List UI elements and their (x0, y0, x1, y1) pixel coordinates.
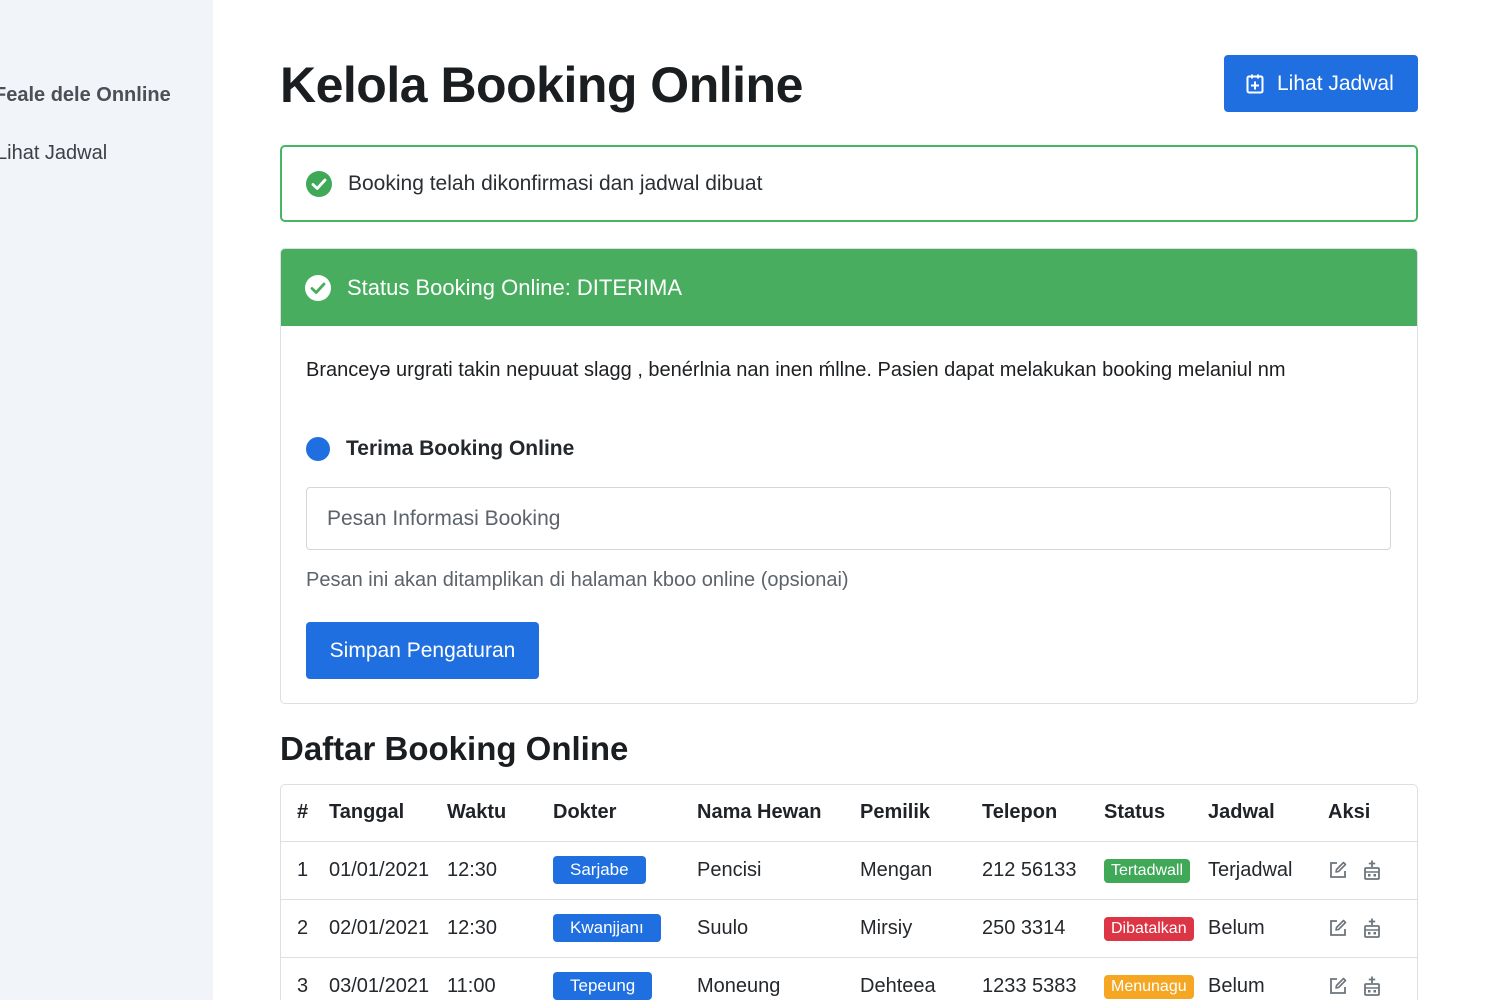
row-pet: Moneung (697, 957, 860, 1000)
col-header-status: Status (1104, 785, 1208, 842)
radio-selected-icon[interactable] (306, 437, 330, 461)
status-card: Status Booking Online: DITERIMA Branceyə… (280, 248, 1418, 704)
status-badge: Dibatalkan (1104, 916, 1194, 941)
accept-booking-toggle[interactable]: Terima Booking Online (306, 437, 574, 461)
booking-message-input[interactable] (306, 487, 1391, 550)
row-time: 11:00 (447, 957, 553, 1000)
lihat-jadwal-button[interactable]: Lihat Jadwal (1224, 55, 1418, 112)
row-actions (1328, 957, 1417, 1000)
calendar-add-icon[interactable] (1362, 860, 1382, 880)
col-header-actions: Aksi (1328, 785, 1417, 842)
doctor-badge: Tepeung (553, 972, 653, 1000)
row-phone: 250 3314 (982, 899, 1104, 958)
doctor-badge: Sarjabe (553, 856, 646, 884)
row-status-cell: Dibatalkan (1104, 899, 1208, 958)
row-actions (1328, 899, 1417, 958)
accept-booking-label: Terima Booking Online (346, 437, 575, 460)
row-owner: Mengan (860, 841, 982, 900)
row-pet: Suulo (697, 899, 860, 958)
status-badge: Menunagu (1104, 974, 1194, 999)
row-doctor-cell: Kwanjjanı (553, 899, 697, 958)
page-title: Kelola Booking Online (280, 57, 803, 113)
sidebar-item-booking-online[interactable]: Feale dele Onnline (0, 84, 171, 107)
col-header-time: Waktu (447, 785, 553, 842)
row-status-cell: Tertadwall (1104, 841, 1208, 900)
row-schedule: Terjadwal (1208, 841, 1328, 900)
calendar-add-icon[interactable] (1362, 976, 1382, 996)
booking-message-help: Pesan ini akan ditamplikan di halaman kb… (306, 569, 849, 591)
row-doctor-cell: Tepeung (553, 957, 697, 1000)
save-settings-button[interactable]: Simpan Pengaturan (306, 622, 539, 679)
calendar-plus-icon (1246, 74, 1264, 93)
edit-icon[interactable] (1328, 860, 1348, 880)
col-header-pet: Nama Hewan (697, 785, 860, 842)
row-pet: Pencisi (697, 841, 860, 900)
edit-icon[interactable] (1328, 976, 1348, 996)
alert-text: Booking telah dikonfirmasi dan jadwal di… (348, 171, 763, 195)
col-header-owner: Pemilik (860, 785, 982, 842)
calendar-add-icon[interactable] (1362, 918, 1382, 938)
row-date: 03/01/2021 (329, 957, 447, 1000)
row-number: 3 (281, 957, 329, 1000)
row-phone: 212 56133 (982, 841, 1104, 900)
success-alert: Booking telah dikonfirmasi dan jadwal di… (280, 145, 1418, 222)
row-schedule: Belum (1208, 899, 1328, 958)
edit-icon[interactable] (1328, 918, 1348, 938)
status-header-text: Status Booking Online: DITERIMA (347, 274, 683, 300)
row-owner: Mirsiy (860, 899, 982, 958)
col-header-date: Tanggal (329, 785, 447, 842)
sidebar: Feale dele Onnline Lihat Jadwal (0, 0, 213, 1000)
row-time: 12:30 (447, 899, 553, 958)
bookings-title: Daftar Booking Online (280, 730, 629, 767)
table-header-row: # Tanggal Waktu Dokter Nama Hewan Pemili… (281, 785, 1417, 842)
row-owner: Dehteea (860, 957, 982, 1000)
col-header-schedule: Jadwal (1208, 785, 1328, 842)
row-actions (1328, 841, 1417, 900)
row-date: 02/01/2021 (329, 899, 447, 958)
col-header-doctor: Dokter (553, 785, 697, 842)
table-row: 2 02/01/2021 12:30 Kwanjjanı Suulo Mirsiy 250 … (281, 899, 1417, 958)
row-phone: 1233 5383 (982, 957, 1104, 1000)
status-badge: Tertadwall (1104, 858, 1191, 883)
status-description: Branceyə urgrati takin nepuuat slagg , b… (306, 359, 1286, 381)
row-schedule: Belum (1208, 957, 1328, 1000)
check-circle-icon (305, 274, 331, 301)
row-doctor-cell: Sarjabe (553, 841, 697, 900)
col-header-number: # (281, 785, 329, 842)
table-body: 1 01/01/2021 12:30 Sarjabe Pencisi Mengan 212 … (281, 841, 1417, 1000)
row-number: 1 (281, 841, 329, 900)
status-card-header: Status Booking Online: DITERIMA (281, 249, 1417, 326)
row-status-cell: Menunagu (1104, 957, 1208, 1000)
lihat-jadwal-label: Lihat Jadwal (1277, 71, 1394, 95)
check-circle-icon (306, 170, 332, 197)
row-number: 2 (281, 899, 329, 958)
table-row: 3 03/01/2021 11:00 Tepeung Moneung Dehteea 123… (281, 957, 1417, 1000)
col-header-phone: Telepon (982, 785, 1104, 842)
doctor-badge: Kwanjjanı (553, 914, 661, 942)
sidebar-item-lihat-jadwal[interactable]: Lihat Jadwal (0, 142, 107, 165)
bookings-table: # Tanggal Waktu Dokter Nama Hewan Pemili… (280, 784, 1418, 1000)
row-time: 12:30 (447, 841, 553, 900)
row-date: 01/01/2021 (329, 841, 447, 900)
table-row: 1 01/01/2021 12:30 Sarjabe Pencisi Mengan 212 … (281, 841, 1417, 900)
